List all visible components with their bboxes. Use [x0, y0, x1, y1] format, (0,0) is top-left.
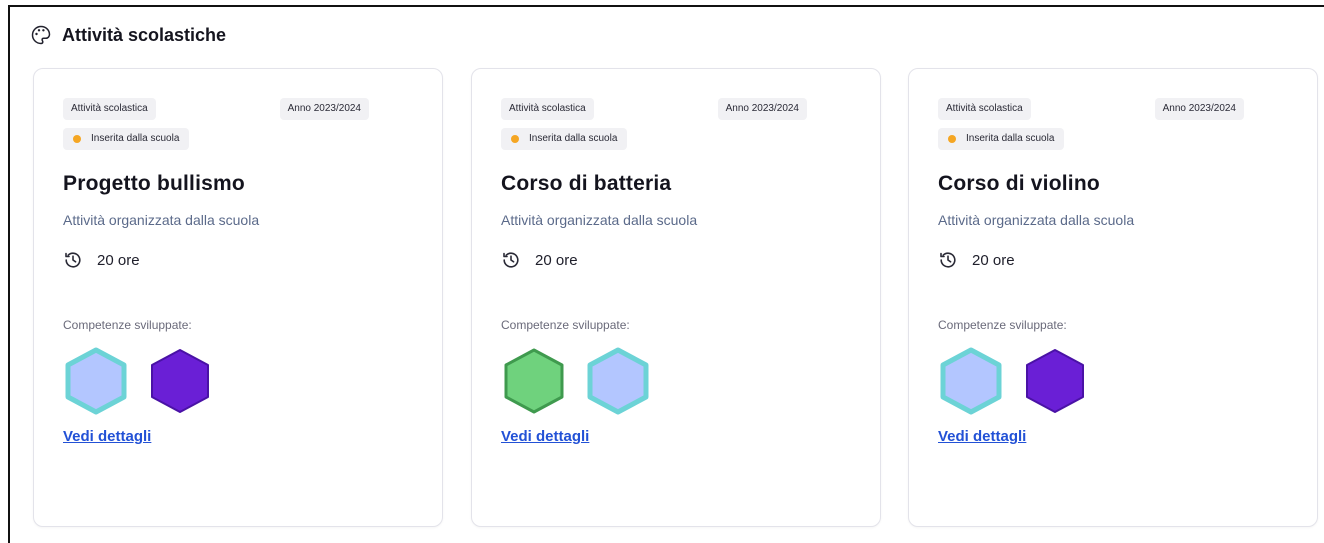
hours-value: 20 ore: [97, 251, 140, 269]
skill-hexagon-purple[interactable]: [147, 346, 213, 416]
status-label: Inserita dalla scuola: [529, 133, 618, 144]
activity-subtitle: Attività organizzata dalla scuola: [501, 212, 698, 228]
activities-panel: Attività scolastiche Attività scolastica…: [8, 5, 1324, 543]
view-details-link[interactable]: Vedi dettagli: [501, 428, 589, 445]
skill-hexagon-green[interactable]: [501, 346, 567, 416]
skill-hexagon-purple[interactable]: [1022, 346, 1088, 416]
activity-type-tag: Attività scolastica: [938, 98, 1031, 120]
activity-card: Attività scolastica Anno 2023/2024 Inser…: [908, 68, 1318, 527]
school-year-tag: Anno 2023/2024: [1154, 98, 1244, 120]
activity-hours: 20 ore: [63, 250, 422, 270]
activity-title: Corso di violino: [938, 172, 1100, 195]
activity-type-tag: Attività scolastica: [63, 98, 156, 120]
skills-list: [938, 346, 1297, 416]
hours-value: 20 ore: [535, 251, 578, 269]
skills-label: Competenze sviluppate:: [63, 318, 192, 332]
clock-history-icon: [938, 250, 958, 270]
status-badge: Inserita dalla scuola: [501, 128, 628, 150]
clock-history-icon: [63, 250, 83, 270]
status-dot-icon: [948, 135, 956, 143]
activity-subtitle: Attività organizzata dalla scuola: [63, 212, 260, 228]
activity-subtitle: Attività organizzata dalla scuola: [938, 212, 1135, 228]
view-details-link[interactable]: Vedi dettagli: [938, 428, 1026, 445]
skills-label: Competenze sviluppate:: [938, 318, 1067, 332]
skills-list: [501, 346, 860, 416]
status-badge: Inserita dalla scuola: [938, 128, 1065, 150]
skill-hexagon-light-blue[interactable]: [585, 346, 651, 416]
status-dot-icon: [511, 135, 519, 143]
school-year-tag: Anno 2023/2024: [717, 98, 807, 120]
activity-card: Attività scolastica Anno 2023/2024 Inser…: [471, 68, 881, 527]
activity-title: Progetto bullismo: [63, 172, 245, 195]
activity-title: Corso di batteria: [501, 172, 672, 195]
clock-history-icon: [501, 250, 521, 270]
skills-label: Competenze sviluppate:: [501, 318, 630, 332]
activity-hours: 20 ore: [501, 250, 860, 270]
school-year-tag: Anno 2023/2024: [279, 98, 369, 120]
activity-type-tag: Attività scolastica: [501, 98, 594, 120]
activity-hours: 20 ore: [938, 250, 1297, 270]
view-details-link[interactable]: Vedi dettagli: [63, 428, 151, 445]
activity-card: Attività scolastica Anno 2023/2024 Inser…: [33, 68, 443, 527]
skill-hexagon-light-blue[interactable]: [938, 346, 1004, 416]
skills-list: [63, 346, 422, 416]
section-title: Attività scolastiche: [62, 24, 227, 45]
hours-value: 20 ore: [972, 251, 1015, 269]
palette-icon: [30, 24, 52, 46]
status-dot-icon: [73, 135, 81, 143]
section-header: Attività scolastiche: [30, 23, 226, 47]
status-label: Inserita dalla scuola: [966, 133, 1055, 144]
status-label: Inserita dalla scuola: [91, 133, 180, 144]
status-badge: Inserita dalla scuola: [63, 128, 190, 150]
skill-hexagon-light-blue[interactable]: [63, 346, 129, 416]
